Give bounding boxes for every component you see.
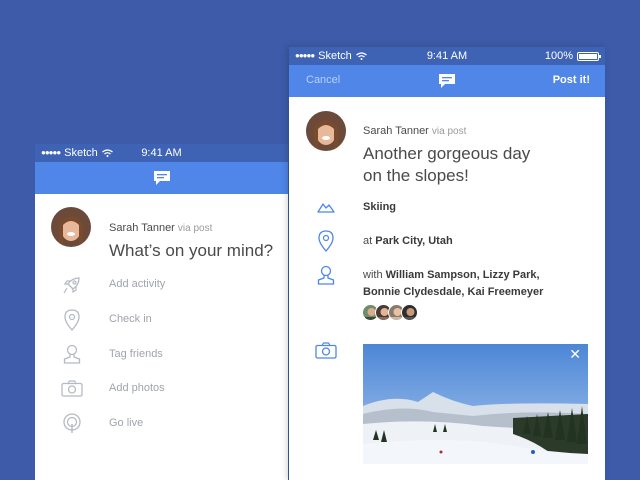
via-label: via post (431, 126, 467, 137)
message-icon (439, 74, 455, 88)
battery-percent: 100% (544, 50, 573, 62)
location-pin-icon (64, 309, 80, 331)
action-label: Add photos (109, 382, 165, 394)
location-label: at Park City, Utah (363, 235, 453, 247)
status-prompt-input[interactable]: What’s on your mind? (109, 240, 273, 262)
avatar (51, 207, 91, 247)
camera-icon[interactable] (315, 342, 337, 359)
rocket-icon (63, 277, 80, 294)
battery-indicator: 100% (544, 47, 601, 65)
nav-bar (35, 162, 288, 194)
tagged-avatar (401, 304, 418, 321)
author-name: Sarah Tanner (363, 125, 429, 137)
nav-bar: Cancel Post it! (289, 65, 605, 97)
activity-label: Skiing (363, 201, 397, 213)
action-label: Go live (109, 417, 144, 429)
post-text-line: Another gorgeous day (363, 144, 531, 163)
ski-slope-image (363, 344, 588, 464)
action-label: Check in (109, 313, 152, 325)
author-name: Sarah Tanner (109, 222, 175, 234)
right-phone-screen: ●●●●● Sketch 9:41 AM 100% Cancel Post it… (289, 47, 605, 480)
mountain-icon (317, 203, 335, 213)
attached-photo: ✕ (363, 344, 588, 464)
via-label: via post (177, 223, 213, 234)
camera-icon (61, 380, 83, 397)
remove-photo-button[interactable]: ✕ (569, 347, 581, 361)
post-text[interactable]: Another gorgeous day on the slopes! (363, 143, 530, 187)
person-icon (63, 344, 81, 364)
author-line: Sarah Tanner via post (109, 222, 212, 234)
status-bar: ●●●●● Sketch 9:41 AM 100% (289, 47, 605, 65)
action-label: Tag friends (109, 348, 163, 360)
status-bar: ●●●●● Sketch 9:41 AM (35, 144, 288, 162)
tagged-friends-label: with William Sampson, Lizzy Park, Bonnie… (363, 269, 544, 298)
location-pin-icon (318, 230, 334, 252)
message-icon (153, 171, 170, 185)
battery-icon (577, 51, 601, 61)
author-line: Sarah Tanner via post (363, 125, 466, 137)
post-button[interactable]: Post it! (553, 74, 590, 86)
post-text-line: on the slopes! (363, 166, 469, 185)
avatar (306, 111, 346, 151)
live-icon (63, 413, 81, 433)
person-icon (317, 265, 335, 285)
left-phone-screen: ●●●●● Sketch 9:41 AM Sarah Tanner via po… (35, 144, 288, 480)
action-label: Add activity (109, 278, 166, 290)
cancel-button[interactable]: Cancel (306, 74, 340, 86)
status-time: 9:41 AM (141, 147, 182, 159)
